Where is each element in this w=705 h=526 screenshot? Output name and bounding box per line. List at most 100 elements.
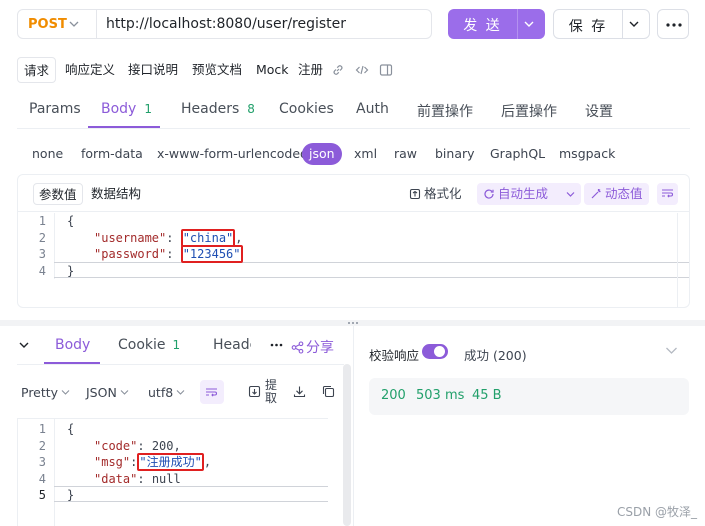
send-button[interactable]: 发 送 (448, 9, 545, 39)
body-type-json[interactable]: json (302, 143, 342, 165)
json-value-highlighted: "123456" (180, 245, 243, 263)
json-value-highlighted: "china" (180, 228, 236, 247)
json-value: null (151, 471, 181, 486)
code-icon[interactable] (355, 63, 369, 77)
format-label: 格式化 (424, 186, 462, 201)
wrap-toggle-button[interactable] (657, 183, 678, 205)
chevron-down-icon[interactable] (18, 340, 30, 350)
request-body-panel: 参数值 数据结构 格式化 自动生成 动态值 1 2 3 4 { "usernam… (17, 174, 690, 308)
vertical-divider[interactable] (353, 326, 354, 526)
response-scrollbar[interactable] (343, 364, 351, 526)
format-type-label: JSON (86, 385, 117, 400)
status-code: 200 (381, 388, 406, 403)
body-type-form-data[interactable]: form-data (81, 143, 143, 165)
wrap-toggle-button[interactable] (200, 380, 224, 404)
editor-scrollbar-track[interactable] (677, 213, 689, 307)
body-type-xml[interactable]: xml (354, 143, 377, 165)
body-type-none[interactable]: none (32, 143, 63, 165)
response-tab-body[interactable]: Body (55, 337, 90, 353)
line-number: 2 (38, 438, 46, 453)
chevron-down-icon[interactable] (628, 19, 640, 29)
encoding-select[interactable]: utf8 (148, 385, 185, 400)
chevron-down-icon[interactable] (566, 191, 575, 198)
json-value: 200 (151, 438, 174, 453)
body-type-graphql[interactable]: GraphQL (490, 143, 545, 165)
response-line-numbers: 1 2 3 4 5 (18, 421, 46, 504)
url-input[interactable]: http://localhost:8080/user/register (106, 16, 346, 32)
watermark: CSDN @牧泽_ (616, 505, 697, 519)
validate-response-label: 校验响应 (369, 348, 420, 363)
copy-icon[interactable] (322, 385, 335, 398)
json-punct: , (235, 230, 243, 245)
divider (96, 10, 97, 38)
divider (17, 128, 690, 129)
response-size: 45 B (472, 388, 502, 403)
line-number: 3 (38, 247, 46, 261)
subtab-register[interactable]: 注册 (298, 57, 323, 83)
dynamic-value-button[interactable]: 动态值 (584, 183, 649, 205)
body-type-raw[interactable]: raw (394, 143, 417, 165)
tab-post-operations[interactable]: 后置操作 (501, 101, 557, 121)
method-select[interactable]: POST (28, 17, 67, 32)
subtab-preview-doc[interactable]: 预览文档 (192, 57, 242, 83)
subtab-response-definition[interactable]: 响应定义 (65, 57, 115, 83)
share-icon (291, 341, 304, 354)
send-button-label: 发 送 (463, 18, 502, 34)
tab-headers[interactable]: Headers 8 (181, 101, 255, 117)
save-button[interactable]: 保 存 (553, 9, 650, 39)
format-icon (409, 188, 421, 200)
response-tab-cookie[interactable]: Cookie 1 (118, 337, 180, 353)
format-type-select[interactable]: JSON (86, 385, 129, 400)
tab-auth[interactable]: Auth (356, 101, 389, 117)
tab-params[interactable]: Params (29, 101, 81, 117)
download-icon[interactable] (293, 385, 306, 398)
chevron-down-icon[interactable] (523, 19, 535, 29)
tab-body[interactable]: Body 1 (101, 101, 152, 117)
response-tab-cookie-label: Cookie (118, 337, 166, 353)
magic-wand-icon (591, 189, 601, 199)
extract-label[interactable]: 提取 (265, 379, 278, 405)
auto-generate-button[interactable]: 自动生成 (477, 183, 581, 205)
pretty-select-label: Pretty (21, 385, 59, 400)
json-punct: , (173, 438, 181, 453)
tab-settings[interactable]: 设置 (585, 101, 613, 121)
chevron-down-icon[interactable] (665, 346, 678, 355)
editor-tab-schema[interactable]: 数据结构 (86, 183, 146, 205)
pretty-select[interactable]: Pretty (21, 385, 70, 400)
tab-headers-label: Headers (181, 101, 240, 117)
share-button[interactable]: 分享 (291, 337, 334, 357)
code-line-msg: "msg": "注册成功", (94, 453, 212, 471)
response-time: 503 ms (416, 388, 465, 403)
line-number: 5 (38, 488, 46, 502)
extract-icon[interactable] (248, 385, 261, 398)
subtab-request[interactable]: 请求 (17, 57, 57, 83)
tab-pre-operations[interactable]: 前置操作 (417, 101, 473, 121)
line-number: 1 (38, 214, 46, 228)
editor-tab-values[interactable]: 参数值 (33, 183, 83, 205)
refresh-icon (484, 189, 494, 199)
layout-icon[interactable] (379, 63, 393, 77)
validate-response-toggle[interactable] (422, 344, 448, 359)
code-line-code: "code": 200, (94, 438, 181, 453)
tab-cookies[interactable]: Cookies (279, 101, 334, 117)
chevron-down-icon (120, 390, 129, 395)
more-icon (666, 23, 682, 27)
response-tab-headers[interactable]: Heade (213, 337, 251, 353)
body-type-urlencoded[interactable]: x-www-form-urlencoded (157, 143, 308, 165)
subtab-mock[interactable]: Mock (256, 57, 289, 83)
body-type-msgpack[interactable]: msgpack (559, 143, 615, 165)
active-tab-indicator (44, 362, 100, 364)
code-brace-close: } (67, 263, 75, 278)
format-button[interactable]: 格式化 (409, 183, 462, 205)
wrap-lines-icon (662, 189, 673, 198)
subtab-api-description[interactable]: 接口说明 (128, 57, 178, 83)
more-icon[interactable] (270, 343, 283, 347)
request-line-numbers: 1 2 3 4 (18, 213, 46, 279)
more-button[interactable] (657, 9, 689, 39)
link-icon[interactable] (331, 63, 345, 77)
chevron-down-icon[interactable] (69, 19, 79, 29)
toggle-knob (434, 346, 445, 357)
wrap-lines-icon (206, 388, 217, 397)
active-tab-indicator (88, 126, 160, 128)
body-type-binary[interactable]: binary (435, 143, 475, 165)
